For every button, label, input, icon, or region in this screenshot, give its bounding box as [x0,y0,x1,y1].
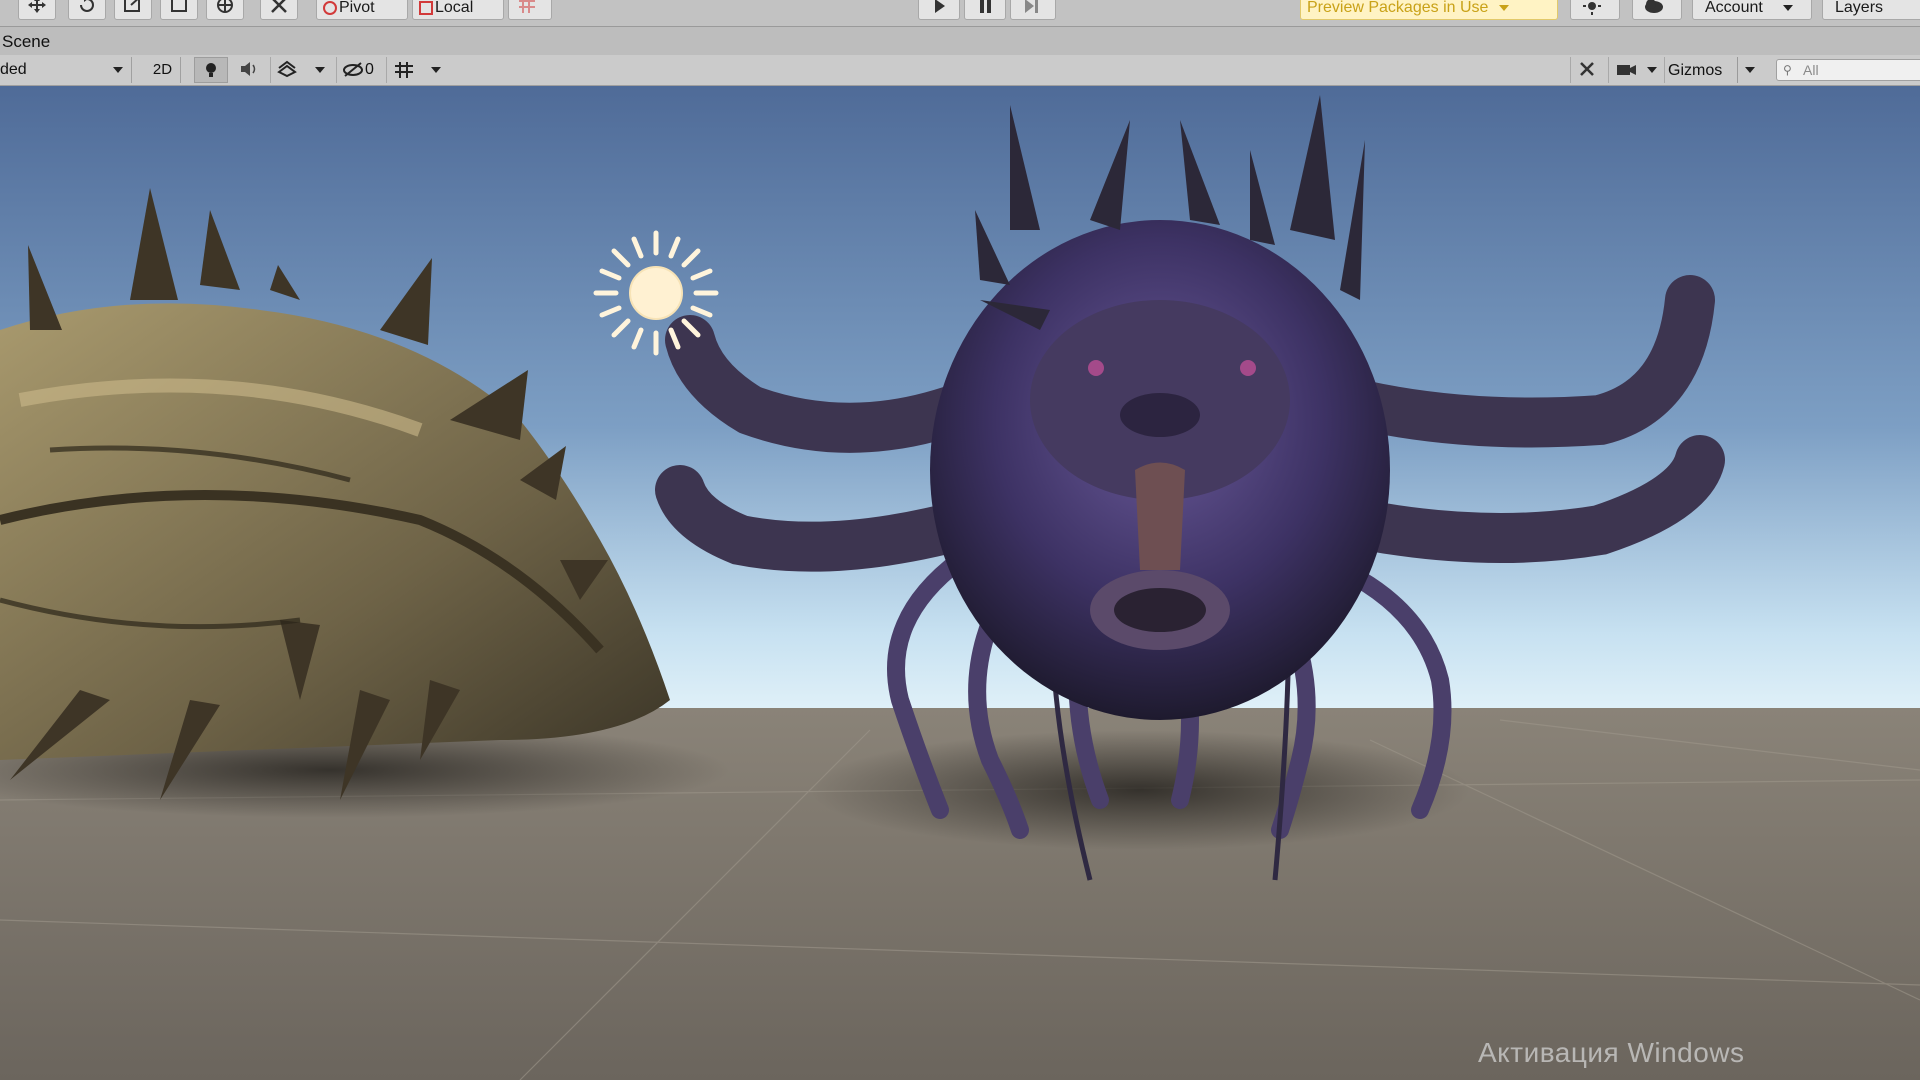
pause-icon [980,0,991,13]
play-button[interactable] [918,0,960,20]
scale-tool-button[interactable] [114,0,152,20]
step-icon [1025,0,1038,13]
tools-icon [271,0,287,13]
scene-tab-label: Scene [2,32,51,51]
pivot-icon [323,0,337,15]
grid-snap-button[interactable] [508,0,552,20]
cloud-icon [1645,0,1663,13]
tools-icon [1580,62,1594,76]
speaker-icon [241,62,256,76]
sun-icon [593,230,719,356]
grid-snap-icon [519,0,535,13]
gizmos-label: Gizmos [1668,62,1723,79]
chevron-down-icon [431,67,441,73]
sun-settings-icon [1583,0,1601,15]
windows-activation-watermark: Активация Windows [1478,1037,1745,1068]
account-dropdown[interactable]: Account [1692,0,1812,20]
search-field[interactable]: ⚲ All [1776,59,1920,81]
scene-view-toolbar: ded 2D 0 Gizmos ⚲ All [0,55,1920,86]
scene-viewport[interactable] [0,86,1920,1080]
cloud-button[interactable] [1632,0,1682,20]
search-placeholder: All [1803,62,1819,78]
chevron-down-icon [1745,67,1755,73]
chevron-down-icon [1647,67,1657,73]
chevron-down-icon [1783,4,1794,11]
layers-label: Layers [1835,0,1884,16]
chevron-down-icon [315,67,325,73]
audio-toggle[interactable] [232,57,266,83]
preview-packages-badge[interactable]: Preview Packages in Use [1300,0,1558,20]
tab-scene[interactable]: Scene [0,27,52,55]
lightbulb-icon [206,63,216,77]
step-button[interactable] [1010,0,1056,20]
rotate-tool-button[interactable] [68,0,106,20]
local-icon [419,0,433,15]
pause-button[interactable] [964,0,1006,20]
mode-2d-toggle[interactable]: 2D [145,57,181,83]
lighting-toggle[interactable] [194,57,228,83]
camera-dropdown[interactable] [1608,57,1662,83]
local-label: Local [435,0,474,16]
chevron-down-icon [113,67,123,73]
custom-tools-button[interactable] [260,0,298,20]
preview-packages-label: Preview Packages in Use [1307,0,1489,16]
layers-dropdown[interactable]: Layers [1822,0,1920,20]
transform-icon [217,0,233,13]
rect-tool-button[interactable] [160,0,198,20]
chevron-down-icon [1498,4,1509,11]
shading-mode-dropdown[interactable]: ded [0,57,132,83]
scale-icon [124,0,140,12]
services-button[interactable] [1570,0,1620,20]
scene-render [0,86,1920,1080]
gizmos-separator [1737,57,1738,83]
rotate-icon [80,0,94,12]
move-tool-button[interactable] [18,0,56,20]
mode-2d-label: 2D [152,61,173,78]
pivot-label: Pivot [339,0,375,16]
grid-icon [395,62,413,78]
local-toggle[interactable]: Local [412,0,504,20]
scene-tab-bar: Scene [0,27,1920,56]
camera-icon [1617,65,1636,75]
account-label: Account [1705,0,1763,16]
effects-dropdown[interactable] [270,57,332,83]
transform-tool-button[interactable] [206,0,244,20]
shading-mode-label: ded [0,61,27,78]
search-icon: ⚲ [1783,63,1792,77]
gizmos-dropdown[interactable]: Gizmos [1664,57,1764,83]
effects-icon [277,60,297,78]
move-icon [28,0,46,13]
rect-icon [171,0,187,12]
grid-dropdown[interactable] [386,57,446,83]
tools-toggle[interactable] [1570,57,1604,83]
hidden-objects-toggle[interactable]: 0 [336,57,378,83]
play-icon [935,0,945,13]
eye-hidden-icon [343,62,363,77]
hidden-count: 0 [365,61,374,78]
pivot-toggle[interactable]: Pivot [316,0,408,20]
main-toolbar: Pivot Local Preview Packages in Use Acco… [0,0,1920,27]
